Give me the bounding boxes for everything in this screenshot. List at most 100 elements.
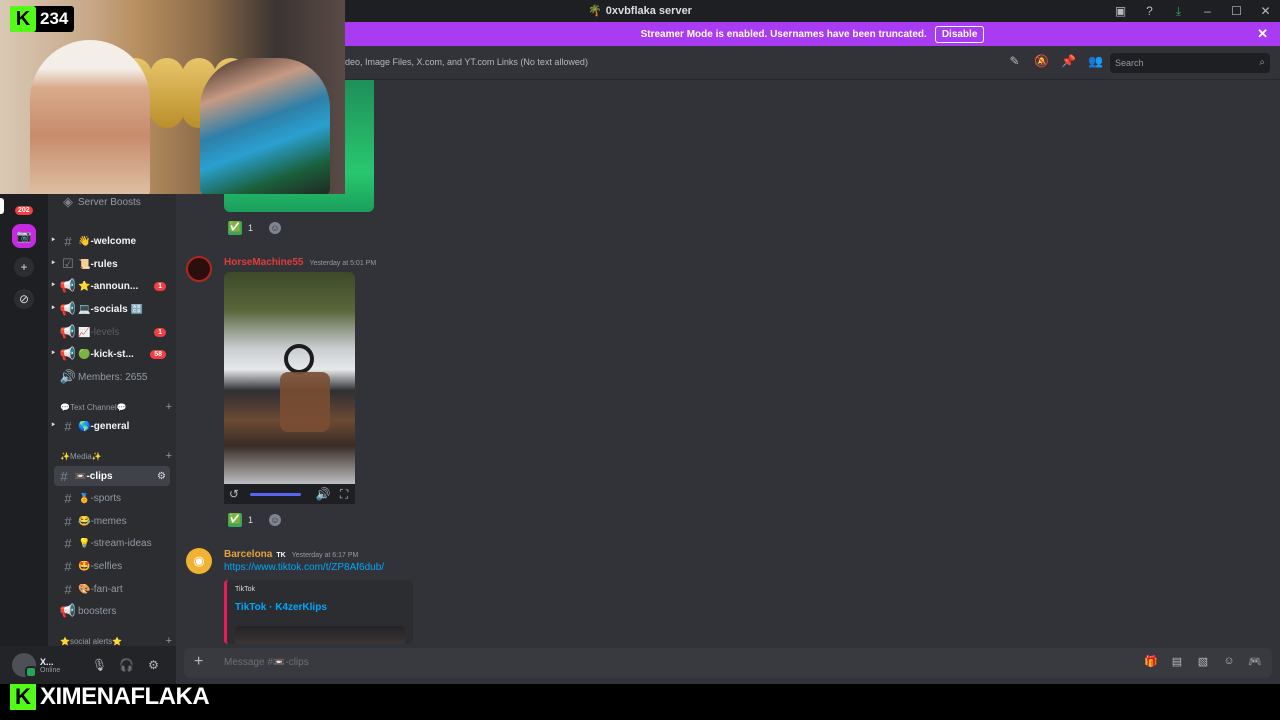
threads-icon[interactable]: ✎ [1001, 54, 1028, 68]
unread-dot-icon: ⯈ [50, 422, 56, 429]
reaction-count: 1 [248, 223, 254, 233]
embed-thumbnail[interactable] [235, 626, 405, 644]
video-attachment[interactable] [224, 272, 355, 484]
channel-welcome[interactable]: ⯈ # 👋-welcome [48, 231, 176, 251]
channel-socials[interactable]: ⯈ 📢 💻-socials 🔠 [48, 299, 176, 319]
reaction-check[interactable]: ✅ 1 ☺ [228, 220, 282, 236]
inbox-icon[interactable]: ▣ [1106, 4, 1135, 18]
user-status: Online [40, 666, 61, 674]
mention-badge: 1 [154, 281, 166, 291]
mention-badge: 58 [150, 349, 166, 359]
unread-dot-icon: ⯈ [50, 260, 56, 267]
embed-title[interactable]: TikTok · K4zerKlips [235, 602, 327, 613]
category-media[interactable]: ✨Media✨ + [60, 449, 172, 463]
add-channel-icon[interactable]: + [166, 450, 172, 462]
unread-dot-icon: ⯈ [50, 305, 56, 312]
kick-logo-icon: K [10, 684, 36, 710]
add-channel-icon[interactable]: + [166, 635, 172, 646]
minimize-icon[interactable]: – [1193, 4, 1222, 18]
announcement-icon: 📢 [59, 301, 77, 316]
channel-general[interactable]: ⯈ # 🌎-general [48, 416, 176, 436]
announcement-icon: 📢 [59, 346, 77, 361]
disable-streamer-mode-button[interactable]: Disable [934, 25, 985, 43]
video-controls: ↺ 🔊 ⛶ [224, 484, 355, 504]
avatar[interactable]: ◉ [186, 548, 212, 574]
download-icon[interactable]: ⤓ [1164, 4, 1193, 19]
help-icon[interactable]: ? [1135, 4, 1164, 18]
channel-clips[interactable]: # 📼-clips ⚙ [54, 466, 170, 486]
banner-text: Streamer Mode is enabled. Usernames have… [640, 28, 927, 40]
add-channel-icon[interactable]: + [166, 401, 172, 413]
channel-fan-art[interactable]: # 🎨-fan-art [48, 579, 176, 599]
user-settings-gear-icon[interactable]: ⚙ [140, 658, 167, 672]
hash-icon: # [64, 233, 72, 249]
hash-icon: # [64, 558, 72, 574]
message-header: Barcelona TK Yesterday at 6:17 PM [224, 549, 358, 560]
category-social-alerts[interactable]: ⭐social alerts⭐ + [60, 634, 172, 646]
member-list-icon[interactable]: 👥 [1082, 54, 1109, 68]
pin-icon[interactable]: 📌 [1055, 54, 1082, 68]
selected-server-indicator [0, 198, 4, 214]
unread-dot-icon: ⯈ [50, 282, 56, 289]
server-icon: 🌴 [588, 5, 602, 17]
search-icon: ⌕ [1259, 57, 1265, 68]
explore-icon[interactable]: ⊘ [14, 289, 34, 309]
channel-rules[interactable]: ⯈ ☑ 📜-rules [48, 254, 176, 274]
channel-boosters[interactable]: 📢 boosters [48, 601, 176, 621]
sticker-icon[interactable]: ▧ [1190, 655, 1216, 668]
server-boosts-item[interactable]: ◈ Server Boosts [48, 194, 176, 212]
boost-icon: ◈ [63, 194, 73, 209]
webcam-overlay: K 234 [0, 0, 345, 194]
avatar[interactable] [186, 256, 212, 282]
gif-icon[interactable]: ▤ [1164, 655, 1190, 668]
viewer-count: 234 [40, 9, 69, 28]
channel-selfies[interactable]: # 🤩-selfies [48, 556, 176, 576]
fullscreen-icon[interactable]: ⛶ [333, 487, 355, 502]
channel-kick-stream[interactable]: ⯈ 📢 🟢-kick-st... 58 [48, 344, 176, 364]
message-input[interactable]: Message #📼-clips [224, 657, 309, 668]
close-banner-icon[interactable]: ✕ [1257, 26, 1268, 42]
channel-settings-gear-icon[interactable]: ⚙ [157, 471, 166, 482]
search-input[interactable]: Search ⌕ [1110, 53, 1270, 73]
announcement-icon: 📢 [59, 603, 77, 618]
channel-members[interactable]: 🔊 Members: 2655 [48, 367, 176, 387]
maximize-icon[interactable]: ☐ [1222, 4, 1251, 18]
headphones-icon[interactable]: 🎧 [113, 658, 140, 672]
message-link[interactable]: https://www.tiktok.com/t/ZP8Af6dub/ [224, 562, 384, 573]
author-name[interactable]: Barcelona [224, 549, 272, 560]
reaction-check[interactable]: ✅ 1 ☺ [228, 512, 282, 528]
add-server-icon[interactable]: + [14, 257, 34, 277]
notification-bell-icon[interactable]: 🔕 [1028, 54, 1055, 68]
microphone-icon[interactable]: 🎙 [86, 658, 113, 672]
volume-icon[interactable]: 🔊 [313, 487, 333, 501]
gift-icon[interactable]: 🎁 [1138, 655, 1164, 668]
reaction-count: 1 [248, 515, 254, 525]
channel-levels[interactable]: 📢 📈-levels 1 [48, 322, 176, 342]
replay-icon[interactable]: ↺ [224, 487, 244, 501]
add-reaction-icon[interactable]: ☺ [269, 222, 282, 234]
camera-server-icon[interactable]: 📷 [12, 224, 36, 248]
hash-icon: # [60, 468, 68, 484]
add-attachment-icon[interactable]: + [194, 653, 203, 671]
link-embed[interactable]: TikTok TikTok · K4zerKlips [224, 580, 413, 644]
avatar[interactable] [12, 653, 37, 678]
unread-dot-icon: ⯈ [50, 350, 56, 357]
emoji-icon[interactable]: ☺ [1216, 655, 1242, 668]
apps-icon[interactable]: 🎮 [1242, 655, 1268, 668]
channel-topic: deo, Image Files, X.com, and YT.com Link… [345, 57, 588, 67]
author-name[interactable]: HorseMachine55 [224, 257, 303, 268]
rules-icon: ☑ [62, 256, 74, 271]
kick-logo-icon: K [10, 6, 36, 32]
close-window-icon[interactable]: ✕ [1251, 4, 1280, 18]
channel-memes[interactable]: # 😂-memes [48, 511, 176, 531]
volume-slider[interactable] [249, 492, 302, 496]
category-text-channel[interactable]: 💬Text Channel💬 + [60, 400, 172, 414]
hash-icon: # [64, 418, 72, 434]
channel-header: deo, Image Files, X.com, and YT.com Link… [345, 46, 1280, 80]
message-composer[interactable]: + Message #📼-clips 🎁 ▤ ▧ ☺ 🎮 [184, 648, 1272, 678]
channel-stream-ideas[interactable]: # 💡-stream-ideas [48, 533, 176, 553]
channel-announcements[interactable]: ⯈ 📢 ⭐-announ... 1 [48, 276, 176, 296]
add-reaction-icon[interactable]: ☺ [269, 514, 282, 526]
timestamp: Yesterday at 5:01 PM [309, 260, 377, 267]
channel-sports[interactable]: # 🏅-sports [48, 488, 176, 508]
